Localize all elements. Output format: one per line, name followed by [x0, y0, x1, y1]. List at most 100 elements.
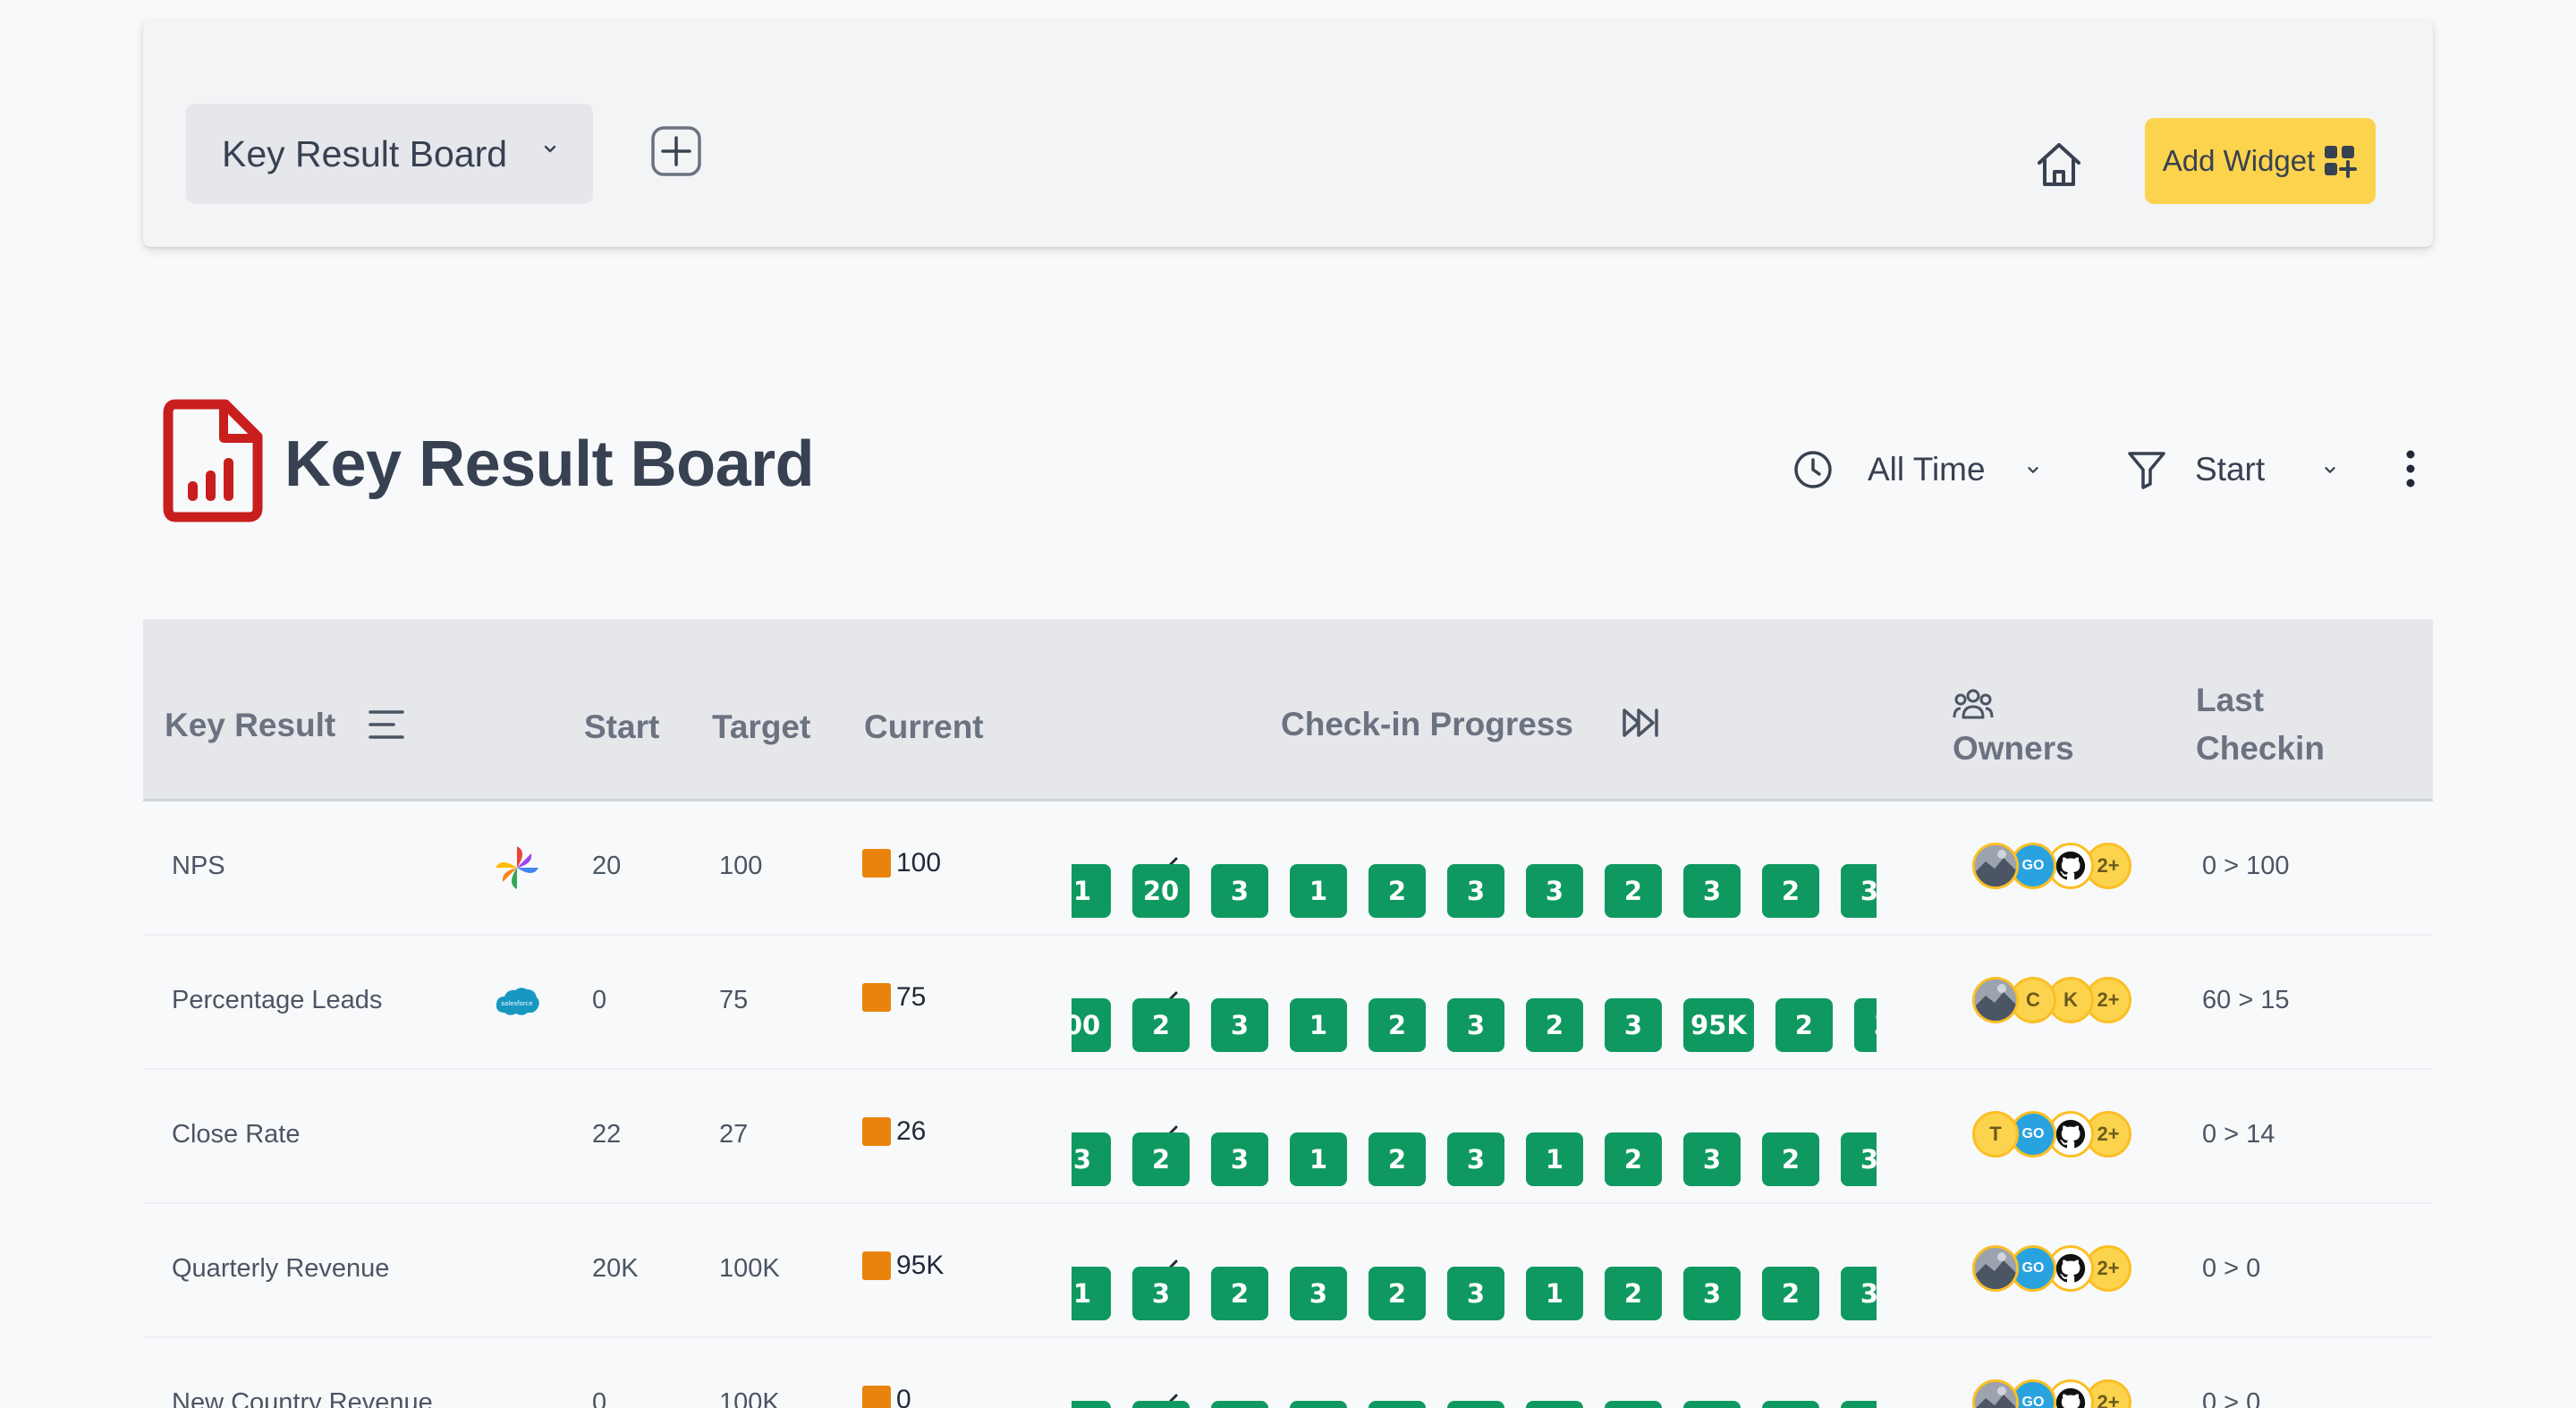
- check-in-pill[interactable]: 3: [1132, 1401, 1190, 1408]
- check-in-pill[interactable]: 3: [1447, 1267, 1504, 1320]
- check-in-pill[interactable]: 3: [1683, 1132, 1741, 1186]
- check-in-pill[interactable]: 2: [1605, 1132, 1662, 1186]
- check-in-pill[interactable]: 2: [1368, 864, 1426, 918]
- status-marker: [862, 1117, 891, 1146]
- check-in-pill[interactable]: 3: [1683, 1267, 1741, 1320]
- check-in-pill[interactable]: 2: [1762, 864, 1819, 918]
- owners-avatars[interactable]: GO 2+: [1972, 843, 2131, 889]
- key-result-name[interactable]: Close Rate: [172, 1120, 300, 1149]
- check-in-pill[interactable]: 3: [1072, 1132, 1111, 1186]
- check-in-pill[interactable]: 1: [1072, 1267, 1111, 1320]
- add-board-icon[interactable]: [650, 125, 702, 177]
- fast-forward-icon[interactable]: [1621, 707, 1660, 739]
- check-in-pill[interactable]: 1: [1072, 1401, 1111, 1408]
- check-in-pill[interactable]: 2: [1132, 998, 1190, 1052]
- board-select-dropdown[interactable]: Key Result Board: [186, 104, 593, 204]
- check-in-pill[interactable]: 3: [1447, 864, 1504, 918]
- target-value: 100: [719, 852, 763, 880]
- key-result-name[interactable]: Quarterly Revenue: [172, 1254, 389, 1284]
- check-in-pill[interactable]: 3: [1853, 998, 1877, 1052]
- column-header-last-checkin-line2[interactable]: Checkin: [2196, 730, 2325, 768]
- svg-text:salesforce: salesforce: [501, 1000, 532, 1007]
- check-in-pill[interactable]: 1: [1526, 1267, 1583, 1320]
- check-in-pill[interactable]: 2: [1211, 1267, 1268, 1320]
- target-value: 27: [719, 1120, 749, 1149]
- avatar-initial[interactable]: T: [1972, 1111, 2019, 1158]
- check-in-pill[interactable]: 2: [1526, 998, 1583, 1052]
- current-number: 26: [896, 1116, 927, 1146]
- check-in-pill[interactable]: 3: [1841, 1267, 1877, 1320]
- avatar-photo[interactable]: [1972, 1379, 2019, 1408]
- check-in-pill[interactable]: 2: [1368, 1132, 1426, 1186]
- check-in-pill[interactable]: 3: [1447, 998, 1504, 1052]
- check-in-pill[interactable]: 1: [1290, 998, 1347, 1052]
- home-icon[interactable]: [2030, 136, 2088, 193]
- check-in-pill[interactable]: 1: [1526, 1132, 1583, 1186]
- check-in-pill[interactable]: 20: [1132, 864, 1190, 918]
- check-in-pill[interactable]: 2: [1762, 1401, 1819, 1408]
- avatar-photo[interactable]: [1972, 977, 2019, 1023]
- column-header-key-result[interactable]: Key Result: [165, 707, 335, 744]
- check-in-pill[interactable]: 95K: [1683, 998, 1754, 1052]
- owners-avatars[interactable]: T GO 2+: [1972, 1111, 2131, 1158]
- check-in-pill[interactable]: 3: [1526, 864, 1583, 918]
- check-in-pill[interactable]: 3: [1290, 1267, 1347, 1320]
- check-in-pills: 13232312323: [1072, 1267, 1877, 1320]
- filter-funnel-icon: [2128, 452, 2165, 489]
- check-in-pill[interactable]: 2: [1605, 1267, 1662, 1320]
- key-result-name[interactable]: Percentage Leads: [172, 986, 382, 1015]
- check-in-pill[interactable]: 2: [1605, 1401, 1662, 1408]
- check-in-pill[interactable]: 2: [1775, 998, 1833, 1052]
- chevron-down-icon: [2027, 467, 2038, 473]
- check-in-pill[interactable]: 3: [1290, 1401, 1347, 1408]
- check-in-pill[interactable]: 3: [1211, 864, 1268, 918]
- check-in-pill[interactable]: 2: [1762, 1132, 1819, 1186]
- column-header-target[interactable]: Target: [712, 708, 810, 746]
- avatar-photo[interactable]: [1972, 1245, 2019, 1292]
- column-header-last-checkin-line1[interactable]: Last: [2196, 682, 2264, 719]
- check-in-pill[interactable]: 3: [1683, 864, 1741, 918]
- column-header-check-in-progress[interactable]: Check-in Progress: [1281, 706, 1573, 743]
- column-header-owners[interactable]: Owners: [1953, 730, 2074, 768]
- check-in-pill[interactable]: 3: [1132, 1267, 1190, 1320]
- sort-lines-icon[interactable]: [369, 708, 404, 741]
- check-in-pill[interactable]: 2: [1211, 1401, 1268, 1408]
- check-in-pill[interactable]: 1: [1290, 864, 1347, 918]
- check-in-pill[interactable]: 3: [1841, 1132, 1877, 1186]
- check-in-pill[interactable]: 2: [1132, 1132, 1190, 1186]
- check-in-pill[interactable]: 3: [1211, 1132, 1268, 1186]
- check-in-pill[interactable]: 3: [1683, 1401, 1741, 1408]
- key-result-name[interactable]: New Country Revenue: [172, 1388, 433, 1408]
- avatar-photo[interactable]: [1972, 843, 2019, 889]
- start-filter-dropdown[interactable]: Start: [2125, 445, 2340, 494]
- check-in-pill[interactable]: 3: [1447, 1401, 1504, 1408]
- check-in-pill[interactable]: 3: [1841, 1401, 1877, 1408]
- time-filter-dropdown[interactable]: All Time: [1792, 445, 2043, 494]
- owners-avatars[interactable]: GO 2+: [1972, 1245, 2131, 1292]
- check-in-pill[interactable]: 3: [1211, 998, 1268, 1052]
- check-in-pill[interactable]: 1: [1526, 1401, 1583, 1408]
- check-in-pill[interactable]: 00: [1072, 998, 1111, 1052]
- check-in-pill[interactable]: 3: [1841, 864, 1877, 918]
- check-in-pill[interactable]: 1: [1072, 864, 1111, 918]
- check-in-pill[interactable]: 2: [1762, 1267, 1819, 1320]
- check-in-pill[interactable]: 2: [1605, 864, 1662, 918]
- check-in-pill[interactable]: 3: [1605, 998, 1662, 1052]
- owners-avatars[interactable]: GO 2+: [1972, 1379, 2131, 1408]
- add-widget-button[interactable]: Add Widget: [2145, 118, 2376, 204]
- check-in-pill[interactable]: 1: [1290, 1132, 1347, 1186]
- chevron-down-icon: [2325, 467, 2335, 473]
- page-title: Key Result Board: [284, 428, 815, 500]
- owners-avatars[interactable]: C K 2+: [1972, 977, 2131, 1023]
- current-number: 75: [896, 982, 927, 1012]
- check-in-pill[interactable]: 2: [1368, 1401, 1426, 1408]
- check-in-pills: 32312312323: [1072, 1132, 1877, 1186]
- check-in-pill[interactable]: 3: [1447, 1132, 1504, 1186]
- column-header-current[interactable]: Current: [864, 708, 984, 746]
- more-options-icon[interactable]: [2397, 449, 2424, 488]
- check-in-pill[interactable]: 2: [1368, 1267, 1426, 1320]
- column-header-start[interactable]: Start: [584, 708, 659, 746]
- key-result-name[interactable]: NPS: [172, 852, 225, 881]
- target-value: 100K: [719, 1254, 780, 1283]
- check-in-pill[interactable]: 2: [1368, 998, 1426, 1052]
